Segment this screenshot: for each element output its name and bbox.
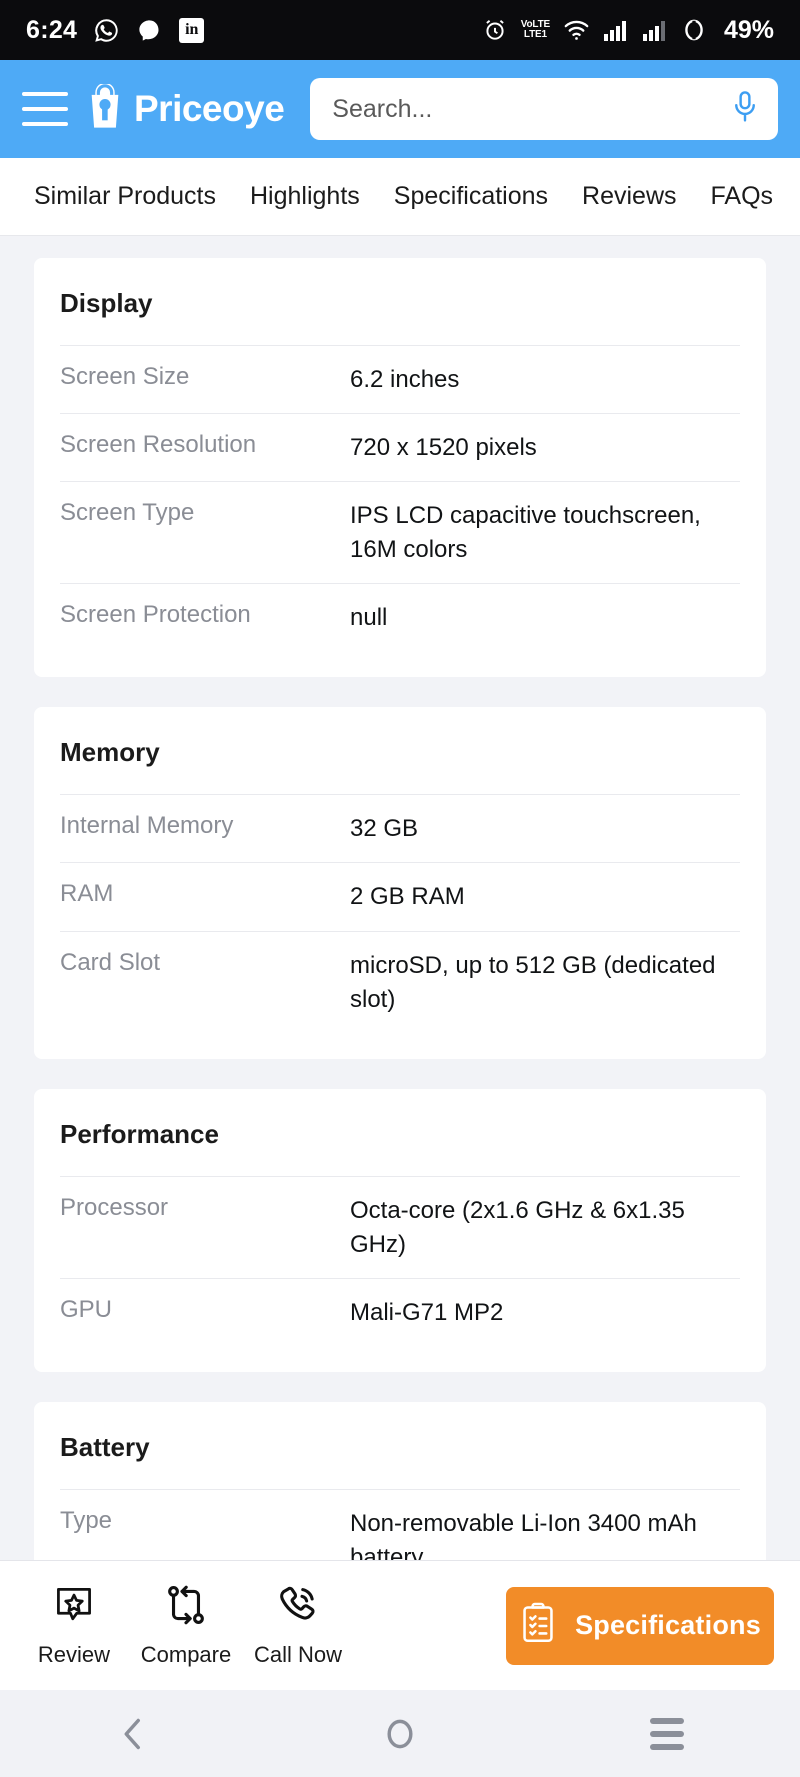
battery-percent-label: 49%	[723, 15, 774, 44]
status-bar-clock: 6:24	[26, 15, 78, 44]
spec-card-performance: Performance Processor Octa-core (2x1.6 G…	[34, 1088, 766, 1372]
spec-value: null	[350, 604, 388, 632]
spec-key: GPU	[60, 1295, 113, 1323]
specifications-button-label: Specifications	[575, 1610, 761, 1640]
tab-similar-products[interactable]: Similar Products	[34, 182, 216, 211]
spec-value: 6.2 inches	[350, 366, 460, 393]
recents-lines-icon[interactable]	[607, 1717, 727, 1750]
back-chevron-icon[interactable]	[73, 1714, 193, 1754]
tab-faqs[interactable]: FAQs	[711, 182, 774, 211]
spec-key: Card Slot	[60, 948, 161, 976]
spec-value: microSD, up to 512 GB (dedicated slot)	[350, 951, 716, 1013]
signal-bars-icon	[603, 18, 629, 42]
review-star-bubble-icon	[52, 1583, 96, 1632]
spec-card-display: Display Screen Size 6.2 inches Screen Re…	[34, 258, 766, 678]
signal-bars-secondary-icon	[642, 18, 668, 42]
action-label: Call Now	[253, 1642, 343, 1667]
spec-row: Type Non-removable Li-Ion 3400 mAh batte…	[60, 1488, 740, 1560]
whatsapp-icon	[93, 17, 120, 44]
spec-key: Screen Type	[60, 499, 195, 527]
android-status-bar: 6:24 in VoLTE LTE1 49%	[0, 0, 800, 60]
spec-key: Screen Resolution	[60, 431, 257, 459]
bottom-action-bar: Review Compare Call Now Specifications	[0, 1560, 800, 1690]
spec-row: Screen Type IPS LCD capacitive touchscre…	[60, 481, 740, 583]
spec-row: Internal Memory 32 GB	[60, 794, 740, 862]
compare-swap-icon	[164, 1583, 208, 1632]
phone-screen: 6:24 in VoLTE LTE1 49% Priceoye Search..…	[0, 0, 800, 1777]
phone-call-icon	[276, 1583, 320, 1632]
linkedin-icon: in	[179, 17, 205, 43]
compare-action-button[interactable]: Compare	[130, 1583, 242, 1668]
specifications-scroll-area[interactable]: Display Screen Size 6.2 inches Screen Re…	[0, 236, 800, 1560]
action-label: Compare	[140, 1642, 232, 1667]
call-now-action-button[interactable]: Call Now	[242, 1583, 354, 1668]
priceoye-bag-logo-icon	[84, 82, 126, 135]
action-label: Review	[37, 1642, 111, 1667]
review-action-button[interactable]: Review	[18, 1583, 130, 1668]
alarm-icon	[482, 17, 508, 43]
spec-value: 2 GB RAM	[350, 883, 465, 911]
home-circle-icon[interactable]	[340, 1714, 460, 1754]
spec-key: RAM	[60, 880, 114, 908]
search-bar[interactable]	[310, 78, 778, 140]
messenger-icon	[136, 17, 163, 44]
spec-row: Processor Octa-core (2x1.6 GHz & 6x1.35 …	[60, 1175, 740, 1278]
app-header: Priceoye	[0, 60, 800, 158]
spec-value: Octa-core (2x1.6 GHz & 6x1.35 GHz)	[350, 1196, 685, 1258]
spec-row: Card Slot microSD, up to 512 GB (dedicat…	[60, 930, 740, 1033]
spec-card-title: Memory	[60, 737, 160, 768]
spec-key: Processor	[60, 1193, 169, 1221]
spec-value: 32 GB	[350, 815, 419, 843]
spec-row: RAM 2 GB RAM	[60, 862, 740, 930]
spec-card-memory: Memory Internal Memory 32 GB RAM 2 GB RA…	[34, 707, 766, 1059]
clipboard-checklist-icon	[519, 1602, 557, 1649]
spec-row: Screen Resolution 720 x 1520 pixels	[60, 413, 740, 481]
section-tab-bar: Similar Products Highlights Specificatio…	[0, 158, 800, 236]
tab-specifications[interactable]: Specifications	[394, 182, 548, 211]
status-bar-right: VoLTE LTE1 49%	[482, 16, 774, 45]
tab-reviews[interactable]: Reviews	[582, 182, 676, 211]
status-bar-left: 6:24 in	[26, 15, 205, 45]
wifi-icon	[563, 18, 590, 42]
spec-card-battery: Battery Type Non-removable Li-Ion 3400 m…	[34, 1401, 766, 1560]
brand-name-label: Priceoye	[134, 88, 285, 129]
spec-key: Screen Protection	[60, 601, 251, 629]
spec-key: Screen Size	[60, 363, 190, 390]
specifications-primary-button[interactable]: Specifications	[506, 1586, 774, 1665]
spec-key: Internal Memory	[60, 812, 234, 840]
spec-row: Screen Protection null	[60, 583, 740, 651]
spec-card-title: Performance	[60, 1118, 219, 1149]
spec-card-title: Battery	[60, 1431, 150, 1462]
android-navigation-bar	[0, 1690, 800, 1777]
volte-indicator-icon: VoLTE LTE1	[520, 19, 550, 40]
spec-row: GPU Mali-G71 MP2	[60, 1277, 740, 1346]
battery-circle-icon	[681, 17, 707, 43]
search-input[interactable]	[332, 94, 730, 124]
brand-logo[interactable]: Priceoye	[84, 82, 285, 135]
spec-value: 720 x 1520 pixels	[350, 434, 537, 462]
spec-value: IPS LCD capacitive touchscreen, 16M colo…	[350, 502, 701, 564]
spec-value: Non-removable Li-Ion 3400 mAh battery	[350, 1509, 697, 1560]
spec-card-title: Display	[60, 288, 153, 318]
spec-key: Type	[60, 1506, 113, 1534]
microphone-icon[interactable]	[730, 90, 760, 129]
spec-value: Mali-G71 MP2	[350, 1298, 504, 1326]
hamburger-menu-icon[interactable]	[22, 92, 68, 126]
tab-highlights[interactable]: Highlights	[250, 182, 360, 211]
spec-row: Screen Size 6.2 inches	[60, 345, 740, 413]
